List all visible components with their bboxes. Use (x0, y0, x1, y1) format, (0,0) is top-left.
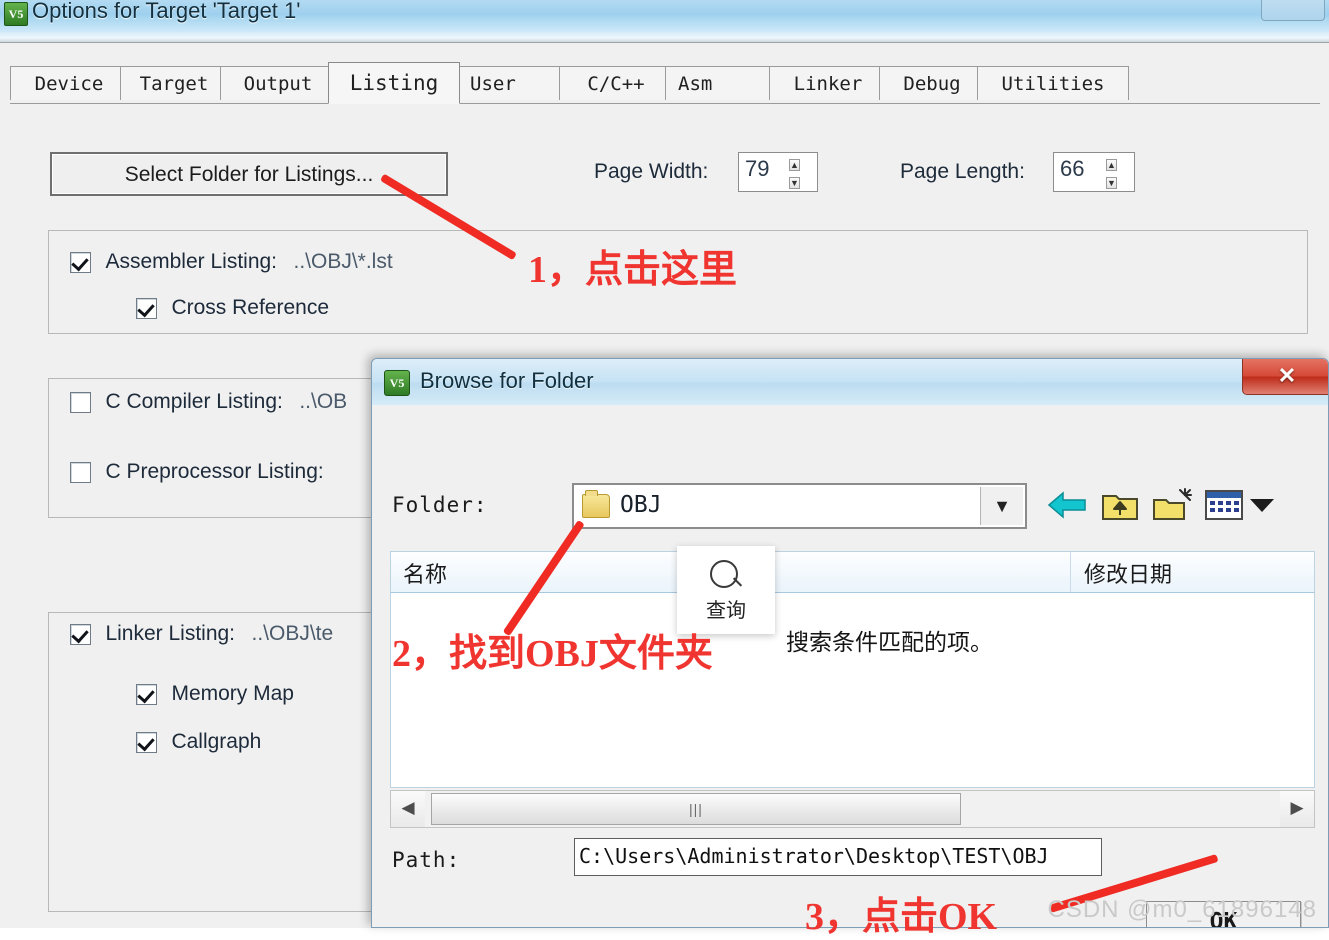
folder-combobox-value: OBJ (620, 492, 662, 518)
path-input[interactable]: C:\Users\Administrator\Desktop\TEST\OBJ (574, 838, 1102, 876)
page-width-spin-down[interactable]: ▼ (789, 177, 800, 189)
page-width-spin-up[interactable]: ▲ (789, 159, 800, 171)
tab-c-cpp[interactable]: C/C++ (559, 66, 673, 100)
folder-icon (582, 490, 610, 518)
memory-map-checkbox[interactable] (136, 684, 157, 705)
back-arrow-icon[interactable] (1047, 487, 1089, 523)
memory-map-label: Memory Map (171, 682, 294, 705)
restore-button[interactable]: ⤒ (1261, 0, 1325, 21)
scroll-right-icon[interactable]: ▶ (1280, 791, 1314, 827)
tab-utilities[interactable]: Utilities (977, 66, 1129, 100)
search-tooltip-label: 查询 (706, 600, 746, 622)
c-compiler-listing-row[interactable]: C Compiler Listing: ..\OB (70, 390, 347, 414)
annotation-step-2: 2，找到OBJ文件夹 (392, 633, 713, 675)
column-header-name-label: 名称 (403, 562, 448, 587)
linker-listing-path: ..\OBJ\te (251, 622, 334, 645)
c-compiler-listing-path: ..\OB (299, 390, 348, 413)
column-header-date-modified-label: 修改日期 (1084, 562, 1173, 587)
linker-listing-label: Linker Listing: (105, 622, 236, 645)
tab-strip: Device Target Output Listing User C/C++ … (10, 62, 1320, 104)
horizontal-scrollbar[interactable]: ◀ ||| ▶ (390, 790, 1315, 828)
assembler-listing-checkbox[interactable] (70, 252, 91, 273)
page-length-spin-up[interactable]: ▲ (1106, 159, 1117, 171)
linker-listing-row[interactable]: Linker Listing: ..\OBJ\te (70, 622, 333, 646)
cross-reference-label: Cross Reference (171, 296, 330, 319)
path-label: Path: (392, 848, 461, 872)
folder-combobox[interactable]: OBJ ▼ (572, 483, 1027, 529)
page-length-spin-buttons[interactable]: ▲ ▼ (1106, 155, 1132, 189)
column-header-date-modified[interactable]: 修改日期 (1072, 552, 1316, 592)
page-length-spin-down[interactable]: ▼ (1106, 177, 1117, 189)
folder-label: Folder: (392, 493, 488, 517)
assembler-listing-row[interactable]: Assembler Listing: ..\OBJ\*.lst (70, 250, 393, 274)
page-width-label: Page Width: (594, 160, 709, 183)
search-tooltip: 查询 (677, 546, 775, 634)
page-width-spinner[interactable]: 79 ▲ ▼ (738, 152, 818, 192)
annotation-step-1: 1，点击这里 (528, 249, 738, 291)
annotation-step-3: 3，点击OK (805, 896, 998, 938)
watermark: CSDN @m0_61896148 (1047, 896, 1317, 923)
c-preprocessor-listing-checkbox[interactable] (70, 462, 91, 483)
tab-linker[interactable]: Linker (769, 66, 887, 100)
file-list-header: 名称 修改日期 (390, 551, 1315, 593)
memory-map-row[interactable]: Memory Map (136, 682, 294, 706)
tab-asm[interactable]: Asm (665, 66, 777, 100)
assembler-listing-path: ..\OBJ\*.lst (293, 250, 393, 273)
title-bar-glass-strip (0, 32, 1329, 43)
chevron-down-icon[interactable]: ▼ (980, 487, 1023, 525)
c-compiler-listing-checkbox[interactable] (70, 392, 91, 413)
select-folder-for-listings-button[interactable]: Select Folder for Listings... (50, 152, 448, 196)
up-folder-icon[interactable] (1100, 487, 1140, 523)
page-length-label: Page Length: (900, 160, 1025, 183)
tab-target[interactable]: Target (120, 66, 228, 100)
c-preprocessor-listing-row[interactable]: C Preprocessor Listing: (70, 460, 324, 484)
c-compiler-listing-label: C Compiler Listing: (105, 390, 283, 413)
search-icon (710, 560, 738, 588)
cross-reference-row[interactable]: Cross Reference (136, 296, 329, 320)
chevron-down-icon[interactable] (1250, 499, 1274, 512)
browse-dialog-title: Browse for Folder (420, 368, 594, 393)
page-width-value: 79 (745, 156, 770, 181)
scrollbar-thumb[interactable]: ||| (431, 793, 961, 825)
tab-device[interactable]: Device (10, 66, 128, 100)
callgraph-label: Callgraph (171, 730, 262, 753)
options-title-bar: V5 Options for Target 'Target 1' ⤒ (0, 0, 1329, 33)
empty-list-message: 搜索条件匹配的项。 (786, 629, 993, 655)
page-title: Options for Target 'Target 1' (32, 0, 301, 23)
keil-uvision-icon: V5 (384, 370, 410, 396)
page-length-value: 66 (1060, 156, 1085, 181)
c-preprocessor-listing-label: C Preprocessor Listing: (105, 460, 324, 483)
callgraph-checkbox[interactable] (136, 732, 157, 753)
page-length-spinner[interactable]: 66 ▲ ▼ (1053, 152, 1135, 192)
keil-uvision-icon: V5 (4, 2, 28, 26)
tab-debug[interactable]: Debug (879, 66, 985, 100)
page-width-spin-buttons[interactable]: ▲ ▼ (789, 155, 815, 189)
tab-output[interactable]: Output (220, 66, 336, 100)
restore-icon: ⤒ (1299, 0, 1308, 5)
callgraph-row[interactable]: Callgraph (136, 730, 261, 754)
browse-dialog-title-bar: V5 Browse for Folder ✕ (372, 359, 1328, 405)
close-icon[interactable]: ✕ (1242, 359, 1328, 395)
cross-reference-checkbox[interactable] (136, 298, 157, 319)
scroll-left-icon[interactable]: ◀ (391, 791, 425, 827)
tab-user[interactable]: User (457, 66, 567, 100)
assembler-listing-label: Assembler Listing: (105, 250, 278, 273)
tab-underline (10, 103, 1320, 104)
linker-listing-checkbox[interactable] (70, 624, 91, 645)
tab-listing[interactable]: Listing (328, 62, 460, 104)
views-icon[interactable] (1204, 487, 1246, 523)
new-folder-icon[interactable] (1152, 487, 1194, 523)
